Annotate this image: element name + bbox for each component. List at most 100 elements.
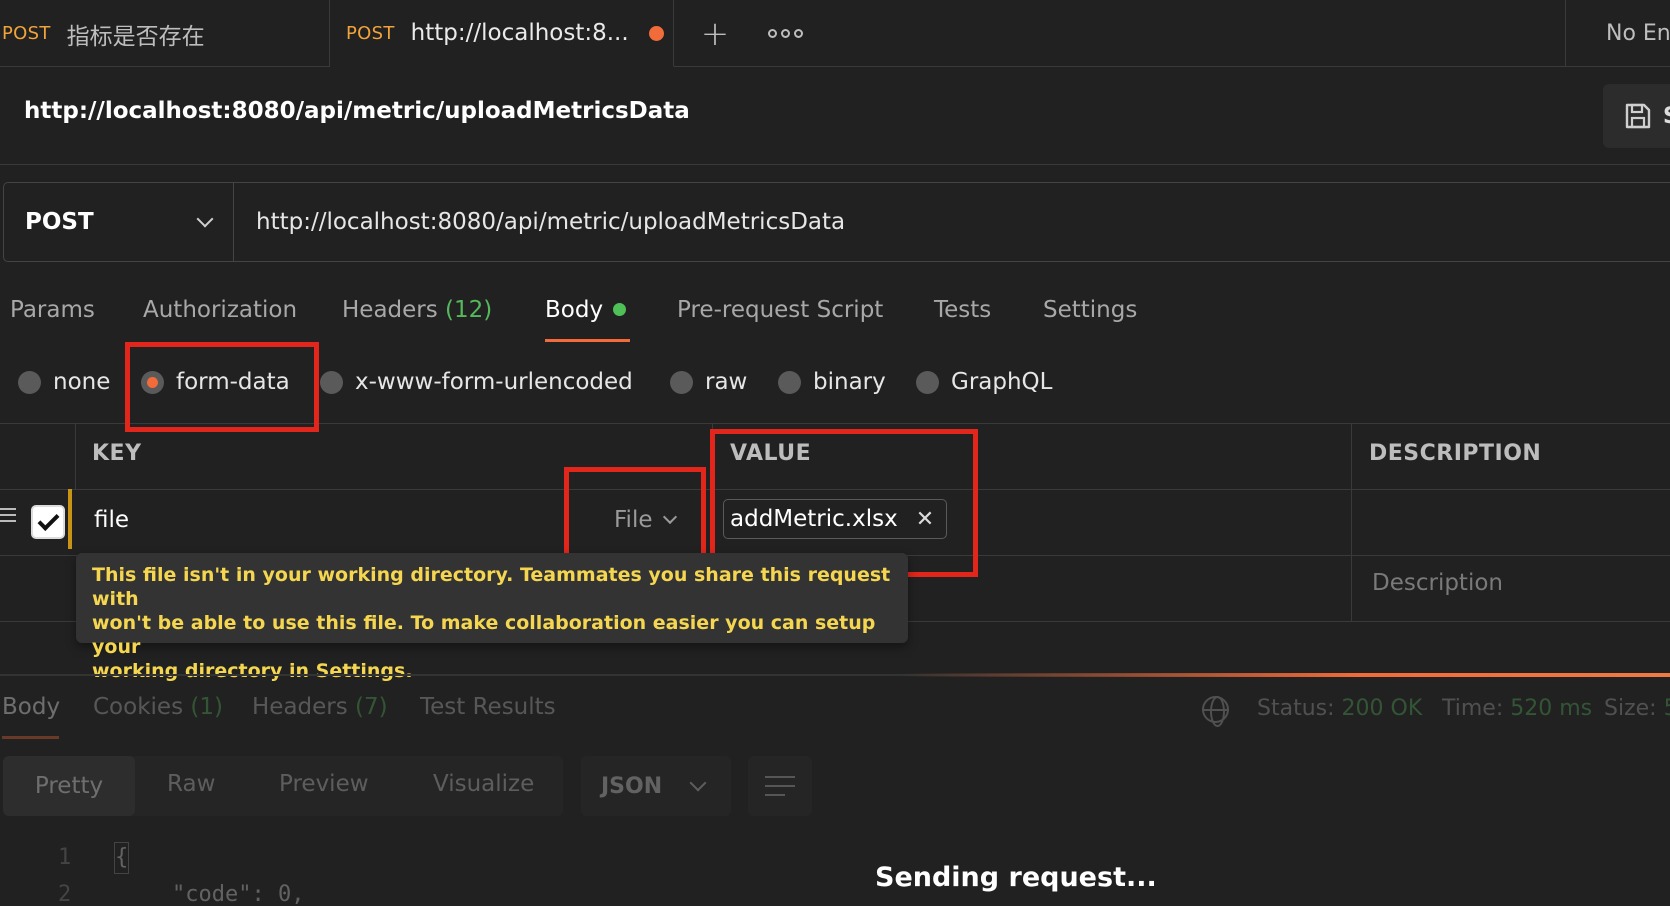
headers-count: (12) [445,297,493,323]
format-label: JSON [601,773,663,799]
radio-circle-icon [670,370,693,394]
request-progress-bar [900,673,1670,677]
tooltip-line: This file isn't in your working director… [92,564,891,610]
radio-label: binary [813,369,886,395]
annotation-box-form-data [125,342,319,432]
status-label: Status: [1257,696,1335,721]
tab-method-label: POST [2,23,51,44]
size-label: Size: [1604,696,1657,721]
view-preview-button[interactable]: Preview [279,771,369,797]
tooltip-line: working directory in Settings. [92,660,413,682]
response-tab-body[interactable]: Body [2,694,60,720]
sending-request-message: Sending request... [875,862,1157,893]
line-number: 1 [58,845,72,870]
radio-x-www-form-urlencoded[interactable]: x-www-form-urlencoded [320,366,633,398]
tab-tests[interactable]: Tests [934,292,991,342]
radio-graphql[interactable]: GraphQL [916,366,1052,398]
unsaved-dot-icon [648,25,664,41]
radio-circle-icon [18,370,41,394]
request-tabs: Params Authorization Headers (12) Body P… [0,292,1670,342]
headers-count: (7) [355,694,388,720]
key-input[interactable]: file [94,507,129,533]
line-number: 2 [58,882,72,906]
response-view-toggle: Pretty Raw Preview Visualize [3,756,563,816]
radio-label: x-www-form-urlencoded [355,369,633,395]
radio-label: GraphQL [951,369,1053,395]
response-tab-label: Cookies [93,694,184,720]
method-value: POST [25,209,94,235]
status-readout: Status: 200 OK [1257,696,1422,721]
radio-label: none [53,369,111,395]
response-tab-label: Headers [252,694,348,720]
working-directory-tooltip: This file isn't in your working director… [76,553,908,682]
radio-circle-icon [916,370,939,394]
radio-circle-icon [778,370,801,394]
url-input[interactable]: http://localhost:8080/api/metric/uploadM… [234,183,1670,261]
divider [75,423,76,489]
tab-title: 指标是否存在 [66,23,205,50]
radio-circle-icon [320,370,343,394]
tab-body[interactable]: Body [545,292,630,342]
warning-marker [68,489,72,549]
tab-bar: POST 指标是否存在 POST http://localhost:8... +… [0,0,1670,67]
tab-settings[interactable]: Settings [1043,292,1137,342]
column-header-description: DESCRIPTION [1369,441,1542,466]
url-bar: POST http://localhost:8080/api/metric/up… [3,182,1670,262]
save-button[interactable]: S [1603,84,1670,148]
tab-headers[interactable]: Headers (12) [342,292,492,342]
active-tab-underline [2,736,59,739]
save-label: S [1663,104,1670,129]
tab-authorization[interactable]: Authorization [143,292,297,342]
size-value: 5 [1664,696,1670,721]
tab-body-label: Body [545,297,604,323]
time-label: Time: [1442,696,1504,721]
environment-select[interactable]: No Env [1565,0,1670,67]
checkmark-icon [37,509,59,531]
time-value: 520 ms [1510,696,1593,721]
postman-app: POST 指标是否存在 POST http://localhost:8... +… [0,0,1670,906]
plus-icon: + [700,13,730,54]
code-line: { [115,845,129,870]
divider [1351,423,1352,621]
row-enabled-checkbox[interactable] [31,505,65,539]
wrap-lines-button[interactable] [748,756,812,816]
response-tab-headers[interactable]: Headers (7) [252,694,388,720]
drag-handle-icon[interactable] [0,508,16,526]
response-format-select[interactable]: JSON [581,756,731,816]
chevron-down-icon [689,774,707,792]
view-pretty-button[interactable]: Pretty [3,756,135,816]
request-title[interactable]: http://localhost:8080/api/metric/uploadM… [24,98,690,124]
request-tab-1[interactable]: POST 指标是否存在 [0,0,330,67]
view-visualize-button[interactable]: Visualize [433,771,534,797]
globe-icon[interactable] [1202,696,1229,727]
tab-params[interactable]: Params [10,292,95,342]
new-tab-button[interactable]: + [690,0,740,67]
status-value: 200 OK [1341,696,1423,721]
more-icon [767,29,803,38]
radio-none[interactable]: none [18,366,110,398]
save-icon [1625,103,1651,129]
view-raw-button[interactable]: Raw [167,771,215,797]
more-tabs-button[interactable] [760,0,810,67]
tab-pre-request-script[interactable]: Pre-request Script [677,292,883,342]
body-indicator-dot-icon [613,303,627,316]
time-readout: Time: 520 ms [1442,696,1592,721]
response-tab-test-results[interactable]: Test Results [420,694,556,720]
tab-headers-label: Headers [342,297,438,323]
annotation-box-file-type [564,467,706,561]
chevron-down-icon [196,210,214,228]
code-line: "code": 0, [172,882,305,906]
request-tab-2[interactable]: POST http://localhost:8... [330,0,674,67]
tab-title: http://localhost:8... [410,20,629,46]
tooltip-line: won't be able to use this file. To make … [92,612,876,658]
method-select[interactable]: POST [4,183,234,261]
tab-method-label: POST [346,22,395,44]
description-input[interactable]: Description [1372,570,1503,596]
cookies-count: (1) [190,694,223,720]
radio-raw[interactable]: raw [670,366,747,398]
divider [0,164,1670,165]
size-readout: Size: 5 [1604,696,1670,721]
column-header-key: KEY [92,441,142,466]
radio-binary[interactable]: binary [778,366,886,398]
response-tab-cookies[interactable]: Cookies (1) [93,694,223,720]
